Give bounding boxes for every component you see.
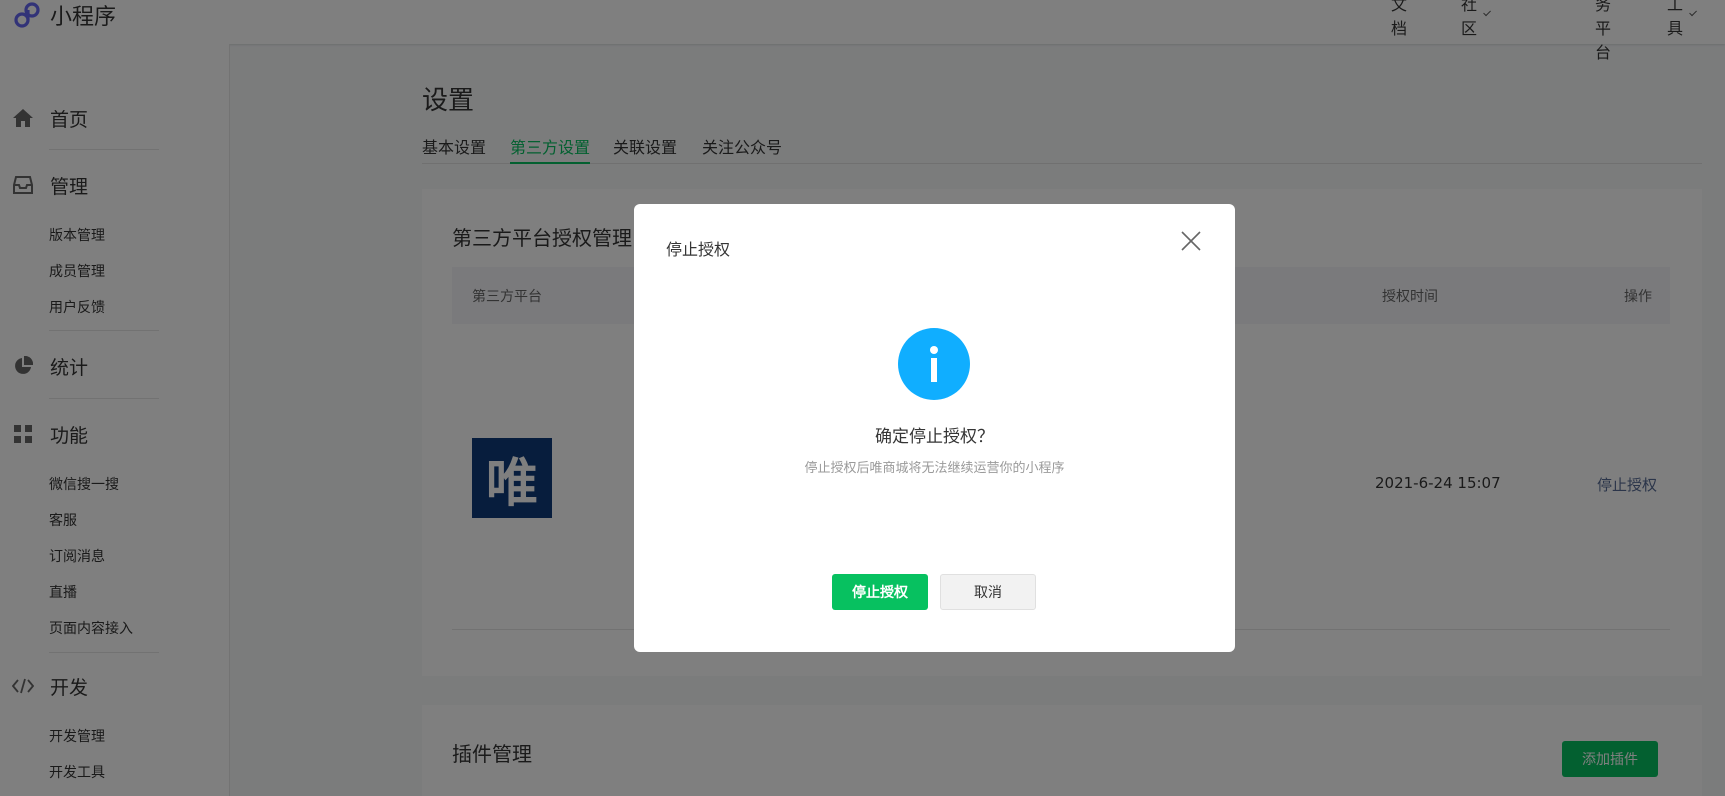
dialog-title: 停止授权 [666,240,731,259]
dialog-question: 确定停止授权？ [875,427,994,447]
close-icon[interactable] [1180,230,1202,252]
stop-auth-dialog: 停止授权 确定停止授权？ 停止授权后唯商城将无法继续运营你的小程序 停止授权 取… [634,204,1235,652]
cancel-button[interactable]: 取消 [940,574,1036,610]
info-icon [898,328,970,400]
confirm-stop-auth-button[interactable]: 停止授权 [832,574,928,610]
dialog-description: 停止授权后唯商城将无法继续运营你的小程序 [804,461,1065,476]
